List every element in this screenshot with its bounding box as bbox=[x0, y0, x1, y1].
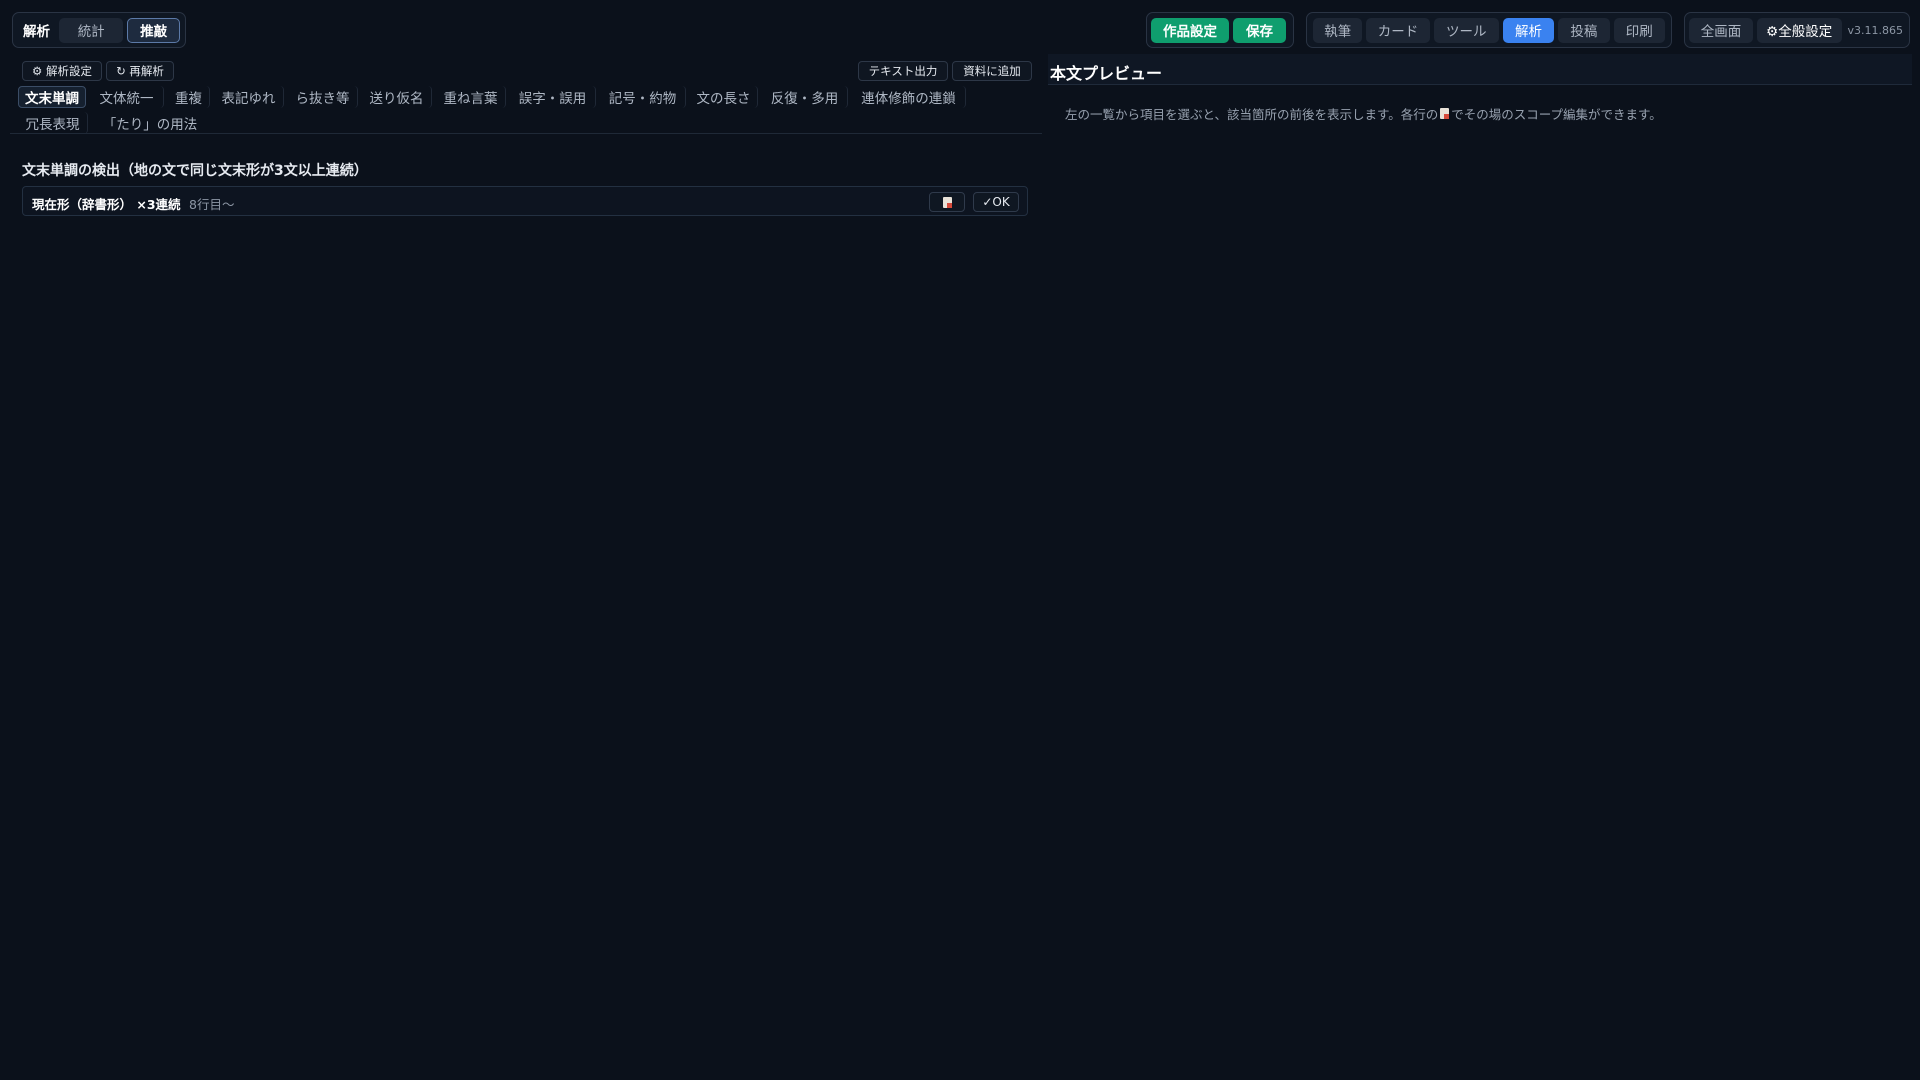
tabs-divider bbox=[10, 133, 1042, 134]
tab-notation-variance[interactable]: 表記ゆれ bbox=[214, 86, 284, 108]
view-switcher: 執筆 カード ツール 解析 投稿 印刷 bbox=[1306, 12, 1672, 48]
view-tab-print[interactable]: 印刷 bbox=[1613, 17, 1665, 43]
fullscreen-button[interactable]: 全画面 bbox=[1689, 17, 1753, 43]
text-export-button[interactable]: テキスト出力 bbox=[858, 61, 948, 81]
text-export-label: テキスト出力 bbox=[868, 64, 938, 78]
document-icon bbox=[942, 196, 952, 208]
ok-button[interactable]: ✓OK bbox=[973, 192, 1019, 212]
global-settings-button[interactable]: ⚙全般設定 bbox=[1756, 17, 1842, 43]
tab-redundant-pairs[interactable]: 重ね言葉 bbox=[436, 86, 506, 108]
view-tab-post[interactable]: 投稿 bbox=[1558, 17, 1610, 43]
section-title: 文末単調の検出（地の文で同じ文末形が3文以上連続） bbox=[22, 163, 368, 179]
version-label: v3.11.865 bbox=[1847, 23, 1904, 37]
analysis-settings-button[interactable]: ⚙ 解析設定 bbox=[22, 61, 102, 81]
mode-tab-revise[interactable]: 推敲 bbox=[127, 17, 181, 43]
project-actions: 作品設定 保存 bbox=[1146, 12, 1294, 48]
tab-symbols-punctuation[interactable]: 記号・約物 bbox=[600, 86, 686, 108]
reanalyze-label: ↻ 再解析 bbox=[116, 64, 164, 78]
tab-adnominal-chain[interactable]: 連体修飾の連鎖 bbox=[852, 86, 966, 108]
preview-hint: 左の一覧から項目を選ぶと、該当箇所の前後を表示します。各行の でその場のスコープ… bbox=[1065, 104, 1662, 123]
tab-okurigana[interactable]: 送り仮名 bbox=[362, 86, 432, 108]
preview-header bbox=[1048, 54, 1912, 85]
tab-tari-usage[interactable]: 「たり」の用法 bbox=[94, 112, 206, 134]
view-tab-tools[interactable]: ツール bbox=[1433, 17, 1499, 43]
tab-sentence-length[interactable]: 文の長さ bbox=[690, 86, 758, 108]
result-row[interactable]: 現在形（辞書形） ×3連続 8行目〜 ✓OK bbox=[22, 186, 1028, 216]
analysis-settings-label: ⚙ 解析設定 bbox=[32, 64, 92, 78]
global-controls: 全画面 ⚙全般設定 v3.11.865 bbox=[1684, 12, 1910, 48]
tab-verbose-expressions[interactable]: 冗長表現 bbox=[18, 112, 88, 134]
reanalyze-button[interactable]: ↻ 再解析 bbox=[106, 61, 174, 81]
preview-title: 本文プレビュー bbox=[1050, 64, 1163, 83]
project-settings-button[interactable]: 作品設定 bbox=[1151, 17, 1229, 43]
result-line-info: 8行目〜 bbox=[189, 197, 235, 212]
document-icon bbox=[1440, 108, 1450, 119]
preview-hint-before: 左の一覧から項目を選ぶと、該当箇所の前後を表示します。各行の bbox=[1065, 107, 1439, 122]
tab-ra-dropping[interactable]: ら抜き等 bbox=[288, 86, 358, 108]
view-tab-write[interactable]: 執筆 bbox=[1313, 17, 1363, 43]
tab-typos-misuse[interactable]: 誤字・誤用 bbox=[510, 86, 596, 108]
view-tab-cards[interactable]: カード bbox=[1366, 17, 1430, 43]
ok-label: ✓OK bbox=[982, 195, 1010, 209]
mode-tab-stats[interactable]: 統計 bbox=[59, 17, 124, 43]
scope-edit-button[interactable] bbox=[929, 192, 965, 212]
tab-sentence-ending-monotony[interactable]: 文末単調 bbox=[18, 86, 86, 108]
mode-tab-analysis[interactable]: 解析 bbox=[18, 18, 55, 43]
result-title: 現在形（辞書形） ×3連続 bbox=[32, 197, 181, 212]
tab-repetition[interactable]: 反復・多用 bbox=[762, 86, 848, 108]
mode-switcher: 解析 統計 推敲 bbox=[12, 12, 186, 48]
tab-duplication[interactable]: 重複 bbox=[168, 86, 210, 108]
tab-style-consistency[interactable]: 文体統一 bbox=[90, 86, 164, 108]
add-to-materials-button[interactable]: 資料に追加 bbox=[952, 61, 1032, 81]
save-button[interactable]: 保存 bbox=[1233, 17, 1286, 43]
add-to-materials-label: 資料に追加 bbox=[963, 64, 1021, 78]
view-tab-analysis[interactable]: 解析 bbox=[1502, 17, 1555, 43]
preview-hint-after: でその場のスコープ編集ができます。 bbox=[1451, 107, 1662, 122]
preview-divider bbox=[1048, 84, 1912, 85]
